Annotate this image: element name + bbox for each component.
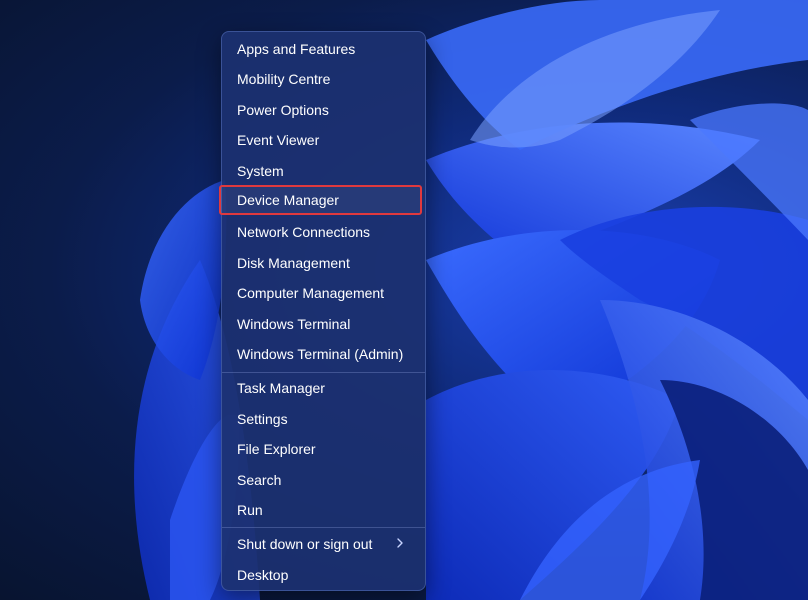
menu-item-label: Windows Terminal (Admin) [237, 346, 404, 362]
menu-item-power-options[interactable]: Power Options [226, 96, 421, 124]
menu-item-label: Shut down or sign out [237, 536, 373, 552]
menu-item-label: Mobility Centre [237, 71, 331, 87]
menu-item-mobility-centre[interactable]: Mobility Centre [226, 65, 421, 93]
menu-item-system[interactable]: System [226, 157, 421, 185]
menu-item-apps-and-features[interactable]: Apps and Features [226, 35, 421, 63]
menu-item-label: Device Manager [237, 192, 339, 208]
menu-item-computer-management[interactable]: Computer Management [226, 279, 421, 307]
menu-item-file-explorer[interactable]: File Explorer [226, 435, 421, 463]
menu-item-windows-terminal[interactable]: Windows Terminal [226, 310, 421, 338]
menu-item-desktop[interactable]: Desktop [226, 561, 421, 589]
menu-item-settings[interactable]: Settings [226, 405, 421, 433]
menu-item-label: Disk Management [237, 255, 350, 271]
menu-item-label: Apps and Features [237, 41, 356, 57]
menu-item-label: Network Connections [237, 224, 371, 240]
chevron-right-icon [397, 538, 403, 548]
menu-item-search[interactable]: Search [226, 466, 421, 494]
menu-item-label: Windows Terminal [237, 316, 351, 332]
menu-item-device-manager[interactable]: Device Manager [219, 185, 422, 215]
menu-item-shut-down-or-sign-out[interactable]: Shut down or sign out [226, 530, 421, 558]
menu-item-label: System [237, 163, 284, 179]
desktop: Apps and Features Mobility Centre Power … [0, 0, 808, 600]
menu-item-label: Search [237, 472, 282, 488]
menu-item-task-manager[interactable]: Task Manager [226, 374, 421, 402]
menu-item-event-viewer[interactable]: Event Viewer [226, 126, 421, 154]
menu-item-run[interactable]: Run [226, 496, 421, 524]
menu-item-label: Desktop [237, 567, 289, 583]
menu-item-network-connections[interactable]: Network Connections [226, 218, 421, 246]
menu-item-label: Run [237, 502, 263, 518]
menu-separator [222, 372, 425, 373]
winx-context-menu: Apps and Features Mobility Centre Power … [219, 31, 426, 591]
menu-item-label: Task Manager [237, 380, 325, 396]
menu-item-label: Event Viewer [237, 132, 320, 148]
menu-item-label: Power Options [237, 102, 329, 118]
menu-item-label: File Explorer [237, 441, 316, 457]
menu-item-label: Computer Management [237, 285, 385, 301]
menu-item-disk-management[interactable]: Disk Management [226, 249, 421, 277]
menu-separator [222, 527, 425, 528]
menu-item-label: Settings [237, 411, 288, 427]
menu-item-windows-terminal-admin[interactable]: Windows Terminal (Admin) [226, 340, 421, 368]
